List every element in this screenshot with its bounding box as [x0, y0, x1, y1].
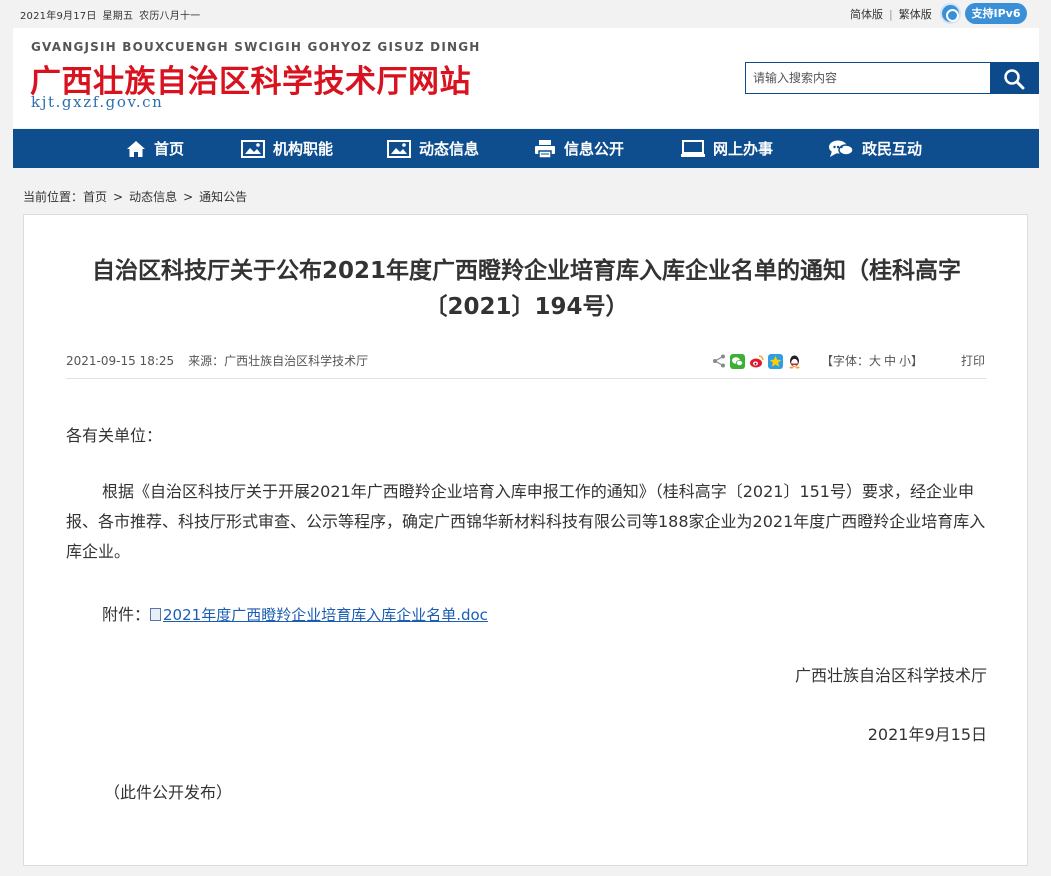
- current-date: 2021年9月17日 星期五 农历八月十一: [20, 7, 206, 22]
- signature: 广西壮族自治区科学技术厅: [794, 666, 987, 685]
- breadcrumb-news[interactable]: 动态信息: [129, 190, 177, 204]
- font-size-label: 【字体：: [821, 354, 870, 368]
- home-icon: [127, 140, 145, 157]
- nav-disclosure-label: 信息公开: [564, 140, 625, 158]
- site-domain: kjt.gxzf.gov.cn: [31, 93, 164, 111]
- site-title-pinyin: GVANGJSIH BOUXCUENGH SWCIGIH GOHYOZ GISU…: [31, 40, 481, 54]
- share-bar: [712, 353, 802, 369]
- share-icon[interactable]: [712, 354, 726, 368]
- font-small-button[interactable]: 小】: [899, 354, 923, 368]
- attachment-label: 附件：: [102, 605, 151, 624]
- breadcrumb-notices[interactable]: 通知公告: [199, 190, 247, 204]
- lunar-date-text: 农历八月十一: [139, 11, 201, 22]
- wechat-icon[interactable]: [730, 353, 745, 369]
- nav-news[interactable]: 动态信息: [387, 129, 479, 168]
- article-source: 来源：广西壮族自治区科学技术厅: [188, 354, 369, 368]
- simplified-link[interactable]: 简体版: [850, 8, 883, 21]
- lang-separator: |: [889, 8, 893, 21]
- weekday-text: 星期五: [102, 11, 134, 22]
- qq-icon[interactable]: [787, 354, 802, 369]
- weibo-icon[interactable]: [749, 354, 764, 369]
- breadcrumb: 当前位置：首页 > 动态信息 > 通知公告: [23, 188, 247, 205]
- traditional-link[interactable]: 繁体版: [899, 8, 932, 21]
- publish-datetime: 2021-09-15 18:25: [66, 354, 175, 368]
- printer-icon: [535, 139, 555, 159]
- nav-interaction-label: 政民互动: [862, 140, 923, 158]
- nav-interaction[interactable]: 政民互动: [828, 129, 922, 168]
- article-title: 自治区科技厅关于公布2021年度广西瞪羚企业培育库入库企业名单的通知（桂科高字〔…: [91, 258, 961, 320]
- search-input[interactable]: [746, 63, 990, 93]
- qzone-icon[interactable]: [768, 353, 783, 369]
- main-nav: 首页 机构职能 动态信息 信息公开 网上办事 政民互动: [13, 129, 1039, 168]
- breadcrumb-separator: >: [183, 190, 194, 204]
- nav-news-label: 动态信息: [419, 140, 480, 158]
- breadcrumb-separator: >: [113, 190, 124, 204]
- monitor-icon: [681, 139, 705, 157]
- ipv6-badge[interactable]: 支持IPv6: [965, 3, 1027, 24]
- search-button[interactable]: [990, 63, 1038, 93]
- chat-icon: [829, 140, 854, 157]
- article-panel: 自治区科技厅关于公布2021年度广西瞪羚企业培育库入库企业名单的通知（桂科高字〔…: [23, 214, 1028, 866]
- attachment-link[interactable]: 2021年度广西瞪羚企业培育库入库企业名单.doc: [163, 606, 488, 624]
- nav-home-label: 首页: [154, 140, 185, 158]
- meta-divider: [66, 378, 987, 379]
- print-button[interactable]: 打印: [961, 352, 985, 369]
- article-meta: 2021-09-15 18:25 来源：广西壮族自治区科学技术厅: [66, 352, 368, 369]
- accessibility-icon[interactable]: [940, 3, 961, 24]
- site-header: GVANGJSIH BOUXCUENGH SWCIGIH GOHYOZ GISU…: [13, 28, 1039, 128]
- top-bar: 2021年9月17日 星期五 农历八月十一 简体版 | 繁体版 支持IPv6: [0, 0, 1051, 28]
- article-paragraph: 根据《自治区科技厅关于开展2021年广西瞪羚企业培育入库申报工作的通知》（桂科高…: [66, 482, 986, 561]
- font-medium-button[interactable]: 中: [884, 354, 896, 368]
- nav-online-service[interactable]: 网上办事: [681, 129, 773, 168]
- document-icon: [150, 608, 162, 621]
- language-switch: 简体版 | 繁体版: [850, 6, 932, 22]
- salutation: 各有关单位：: [66, 426, 163, 445]
- font-large-button[interactable]: 大: [869, 354, 881, 368]
- date-text: 2021年9月17日: [20, 11, 97, 22]
- search-box: [745, 62, 1039, 94]
- public-note: （此件公开发布）: [104, 783, 233, 802]
- nav-organization[interactable]: 机构职能: [241, 129, 333, 168]
- attachment-row: 附件： 2021年度广西瞪羚企业培育库入库企业名单.doc: [102, 601, 1027, 625]
- nav-disclosure[interactable]: 信息公开: [534, 129, 624, 168]
- nav-home[interactable]: 首页: [126, 129, 184, 168]
- breadcrumb-home[interactable]: 首页: [83, 190, 107, 204]
- image-icon: [387, 139, 411, 158]
- breadcrumb-prefix: 当前位置：: [23, 190, 84, 204]
- nav-online-service-label: 网上办事: [713, 140, 774, 158]
- search-icon: [1004, 69, 1025, 90]
- nav-organization-label: 机构职能: [273, 140, 334, 158]
- image-icon: [241, 139, 265, 158]
- font-size-control: 【字体：大中小】: [821, 352, 923, 369]
- signature-date: 2021年9月15日: [867, 725, 987, 744]
